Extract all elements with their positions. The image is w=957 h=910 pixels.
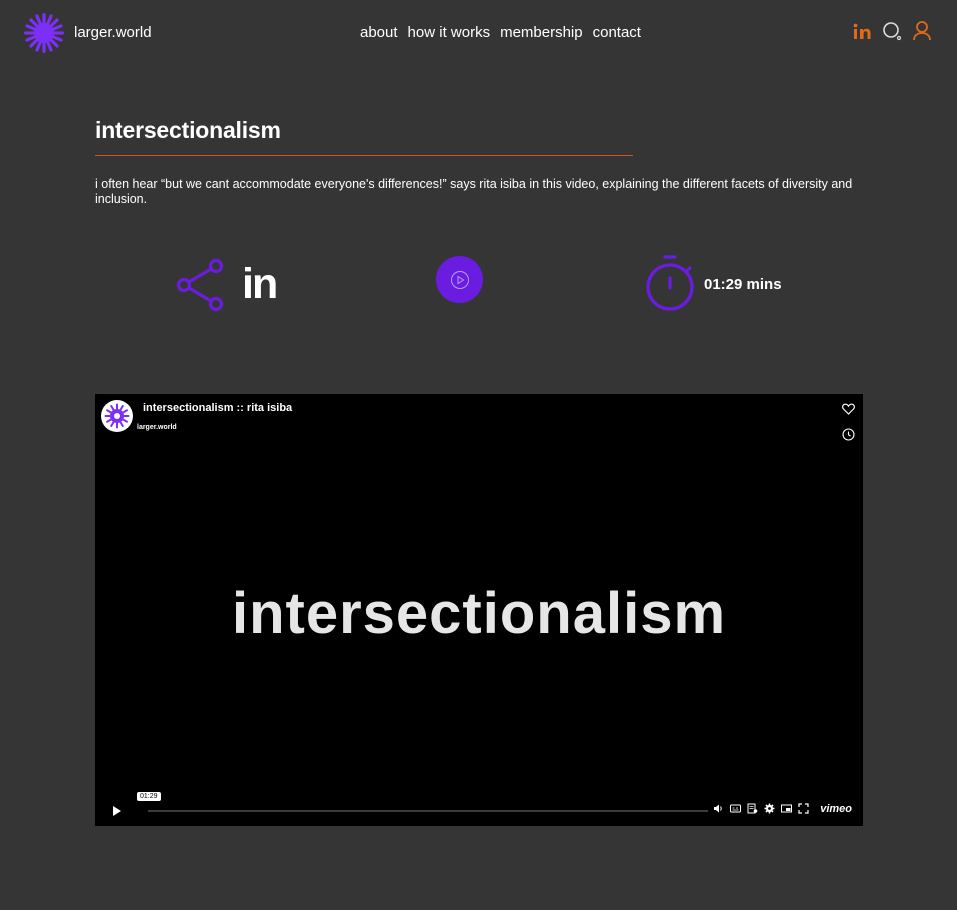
video-play-icon[interactable] bbox=[112, 805, 122, 817]
picture-in-picture-icon[interactable] bbox=[781, 803, 792, 814]
vimeo-logo[interactable]: vimeo bbox=[820, 803, 852, 815]
header-icons bbox=[852, 20, 932, 42]
fullscreen-icon[interactable] bbox=[798, 803, 809, 814]
nav-how-it-works[interactable]: how it works bbox=[408, 24, 491, 41]
settings-icon[interactable] bbox=[764, 803, 775, 814]
brand-name[interactable]: larger.world bbox=[74, 24, 152, 41]
play-icon bbox=[450, 270, 469, 289]
video-controls bbox=[713, 803, 809, 814]
linkedin-share-label[interactable]: in bbox=[242, 262, 278, 306]
search-icon[interactable] bbox=[882, 20, 902, 42]
video-progress-bar[interactable] bbox=[148, 810, 708, 812]
play-button[interactable] bbox=[436, 256, 483, 303]
user-icon[interactable] bbox=[912, 20, 932, 42]
video-timestamp: 01:29 bbox=[137, 792, 161, 801]
video-duration: 01:29 mins bbox=[704, 276, 782, 293]
nav-membership[interactable]: membership bbox=[500, 24, 583, 41]
video-player[interactable]: intersectionalism :: rita isiba larger.w… bbox=[95, 394, 863, 826]
volume-icon[interactable] bbox=[713, 803, 724, 814]
larger-world-logo-small bbox=[104, 403, 130, 429]
nav-about[interactable]: about bbox=[360, 24, 398, 41]
larger-world-logo[interactable] bbox=[23, 12, 65, 54]
transcript-icon[interactable] bbox=[747, 803, 758, 814]
title-divider bbox=[95, 155, 633, 156]
site-header: larger.world about how it works membersh… bbox=[0, 0, 957, 66]
channel-avatar[interactable] bbox=[101, 400, 133, 432]
share-icon[interactable] bbox=[176, 258, 224, 312]
video-center-title: intersectionalism bbox=[231, 581, 727, 646]
video-byline[interactable]: larger.world bbox=[137, 424, 177, 431]
nav-contact[interactable]: contact bbox=[593, 24, 641, 41]
linkedin-icon[interactable] bbox=[852, 20, 872, 42]
captions-icon[interactable] bbox=[730, 803, 741, 814]
main-nav: about how it works membership contact bbox=[360, 24, 641, 41]
like-icon[interactable] bbox=[842, 403, 855, 415]
article-description: i often hear “but we cant accommodate ev… bbox=[95, 177, 853, 206]
page-title: intersectionalism bbox=[95, 117, 281, 143]
stopwatch-icon bbox=[646, 255, 694, 311]
watch-later-icon[interactable] bbox=[842, 428, 855, 441]
video-title[interactable]: intersectionalism :: rita isiba bbox=[143, 402, 292, 414]
